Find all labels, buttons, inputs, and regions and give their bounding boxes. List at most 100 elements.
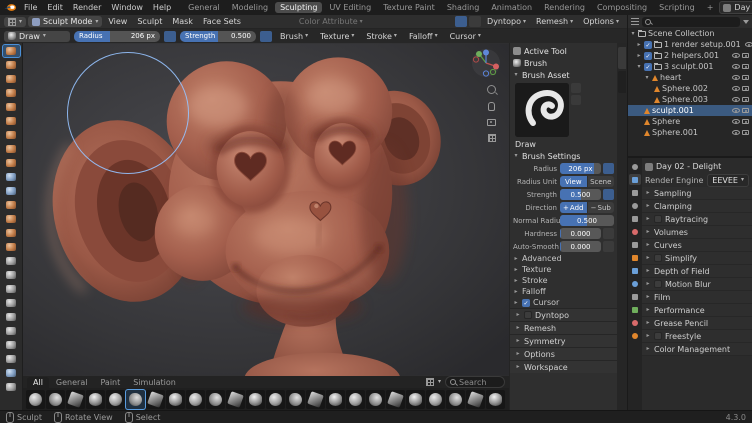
tool-clay-icon[interactable] xyxy=(3,73,20,85)
hide-eye-icon[interactable] xyxy=(732,86,740,91)
tool-crease-icon[interactable] xyxy=(3,157,20,169)
disable-render-icon[interactable] xyxy=(742,119,749,124)
next-brush-button[interactable] xyxy=(571,95,581,105)
panel-symmetry[interactable]: ▸Symmetry xyxy=(510,334,617,347)
disable-render-icon[interactable] xyxy=(742,75,749,80)
brush-thumbnail-active[interactable] xyxy=(126,390,145,409)
menu-cursor[interactable]: Cursor▾ xyxy=(446,32,485,41)
section-falloff[interactable]: ▸Falloff xyxy=(513,286,614,297)
menu-texture[interactable]: Texture▾ xyxy=(316,32,358,41)
menu-options[interactable]: Options▾ xyxy=(579,17,623,26)
tab-tool[interactable] xyxy=(629,161,641,172)
navigation-gizmo[interactable] xyxy=(471,48,501,78)
tab-output[interactable] xyxy=(629,187,641,198)
tool-draw-icon[interactable] xyxy=(3,45,20,57)
tab-world[interactable] xyxy=(629,226,641,237)
scene-selector[interactable]: Day 02 - Delight × xyxy=(719,1,752,14)
outliner-row-sphere-001[interactable]: Sphere.001 xyxy=(628,127,752,138)
tool-elastic-deform-icon[interactable] xyxy=(3,269,20,281)
workspace-tab-animation[interactable]: Animation xyxy=(486,2,537,13)
brush-thumbnail[interactable] xyxy=(346,390,365,409)
brush-settings-section[interactable]: ▾ Brush Settings xyxy=(513,150,614,162)
section-color-management[interactable]: ▸Color Management xyxy=(642,343,752,356)
panel-options[interactable]: ▸Options xyxy=(510,347,617,360)
section-cursor[interactable]: ▸ Cursor xyxy=(513,297,614,308)
brush-thumbnail[interactable] xyxy=(466,390,485,409)
brush-thumbnail[interactable] xyxy=(306,390,325,409)
outliner-row-heart[interactable]: ▾ heart xyxy=(628,72,752,83)
brush-thumbnail[interactable] xyxy=(146,390,165,409)
workspace-tab-compositing[interactable]: Compositing xyxy=(592,2,652,13)
menu-brush[interactable]: Brush▾ xyxy=(276,32,312,41)
section-performance[interactable]: ▸Performance xyxy=(642,304,752,317)
brush-thumbnail[interactable] xyxy=(206,390,225,409)
hide-eye-icon[interactable] xyxy=(745,42,752,47)
tab-material[interactable] xyxy=(629,317,641,328)
disable-render-icon[interactable] xyxy=(742,86,749,91)
mode-select[interactable]: Sculpt Mode ▾ xyxy=(28,16,102,27)
section-advanced[interactable]: ▸Advanced xyxy=(513,253,614,264)
tab-scene[interactable] xyxy=(629,213,641,224)
tool-grab-icon[interactable] xyxy=(3,255,20,267)
hide-eye-icon[interactable] xyxy=(732,64,740,69)
collection-checkbox[interactable] xyxy=(644,63,652,71)
workspace-tab-uv-editing[interactable]: UV Editing xyxy=(324,2,376,13)
brush-thumbnail[interactable] xyxy=(166,390,185,409)
menu-stroke[interactable]: Stroke▾ xyxy=(362,32,401,41)
dyntopo-checkbox[interactable] xyxy=(524,311,532,319)
tool-inflate-icon[interactable] xyxy=(3,129,20,141)
tool-blob-icon[interactable] xyxy=(3,143,20,155)
brush-thumbnail[interactable] xyxy=(446,390,465,409)
disable-render-icon[interactable] xyxy=(742,64,749,69)
tool-draw-sharp-icon[interactable] xyxy=(3,59,20,71)
menu-render[interactable]: Render xyxy=(68,3,106,12)
workspace-tab-sculpting[interactable]: Sculpting xyxy=(275,2,322,13)
pan-hand-icon[interactable] xyxy=(488,102,495,111)
brush-thumbnail[interactable] xyxy=(106,390,125,409)
tool-pose-icon[interactable] xyxy=(3,311,20,323)
menu-view[interactable]: View xyxy=(104,17,131,26)
outliner-row-helpers[interactable]: ▸ 2 helpers.001 xyxy=(628,50,752,61)
outliner-search-input[interactable] xyxy=(642,17,740,27)
brush-asset-section[interactable]: ▾ Brush Asset xyxy=(513,69,614,81)
radius-pressure-button[interactable] xyxy=(164,31,176,42)
normal-radius-field[interactable]: 0.500 xyxy=(560,215,614,226)
hardness-field[interactable]: 0.000 xyxy=(560,228,601,239)
zoom-icon[interactable] xyxy=(487,85,496,94)
collection-checkbox[interactable] xyxy=(644,52,652,60)
section-grease-pencil[interactable]: ▸Grease Pencil xyxy=(642,317,752,330)
tab-object-data[interactable] xyxy=(629,304,641,315)
brush-thumbnail[interactable] xyxy=(86,390,105,409)
tab-view-layer[interactable] xyxy=(629,200,641,211)
brush-thumbnail[interactable] xyxy=(46,390,65,409)
auto-smooth-pressure-toggle[interactable] xyxy=(603,241,614,252)
workspace-tab-shading[interactable]: Shading xyxy=(442,2,485,13)
hide-eye-icon[interactable] xyxy=(732,53,740,58)
section-sampling[interactable]: ▸Sampling xyxy=(642,187,752,200)
section-motion-blur[interactable]: ▸Motion Blur xyxy=(642,278,752,291)
brush-thumbnail[interactable] xyxy=(486,390,505,409)
section-volumes[interactable]: ▸Volumes xyxy=(642,226,752,239)
tool-clay-thumb-icon[interactable] xyxy=(3,101,20,113)
tab-render[interactable] xyxy=(629,174,641,185)
blender-logo-icon[interactable] xyxy=(4,3,17,12)
brush-thumbnail[interactable] xyxy=(226,390,245,409)
workspace-tab-add[interactable]: + xyxy=(702,2,719,13)
hardness-pressure-toggle[interactable] xyxy=(603,228,614,239)
motion-blur-checkbox[interactable] xyxy=(654,280,662,288)
strength-pressure-button[interactable] xyxy=(260,31,272,42)
outliner-row-sculpt-collection[interactable]: ▾ 3 sculpt.001 xyxy=(628,61,752,72)
menu-dyntopo[interactable]: Dyntopo▾ xyxy=(483,17,530,26)
tool-slide-relax-icon[interactable] xyxy=(3,353,20,365)
section-simplify[interactable]: ▸Simplify xyxy=(642,252,752,265)
tab-modifiers[interactable] xyxy=(629,265,641,276)
tool-nudge-icon[interactable] xyxy=(3,325,20,337)
filter-icon[interactable] xyxy=(743,20,749,24)
section-curves[interactable]: ▸Curves xyxy=(642,239,752,252)
strength-slider[interactable]: Strength0.500 xyxy=(180,31,256,42)
shelf-tab-general[interactable]: General xyxy=(50,377,94,388)
render-engine-select[interactable]: EEVEE ▾ xyxy=(707,174,749,187)
tool-layer-icon[interactable] xyxy=(3,115,20,127)
brush-thumbnail[interactable] xyxy=(386,390,405,409)
toggle-grid-icon[interactable] xyxy=(488,134,496,142)
